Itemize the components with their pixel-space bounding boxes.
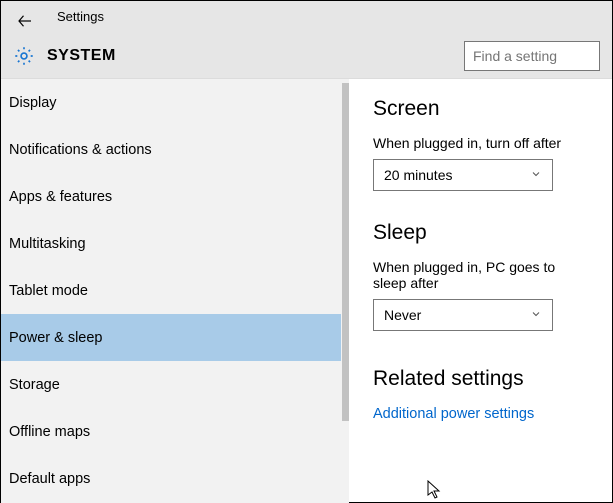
body: Display Notifications & actions Apps & fea… [1,79,612,503]
sidebar-item-label: Default apps [9,471,90,487]
sidebar-item-label: Power & sleep [9,330,103,346]
sidebar-item-display[interactable]: Display [1,79,341,126]
additional-power-settings-link[interactable]: Additional power settings [373,406,534,422]
search-box[interactable] [464,41,600,71]
sleep-heading: Sleep [373,221,588,245]
arrow-left-icon [16,12,34,30]
sidebar-item-label: Storage [9,377,60,393]
sidebar-item-power-sleep[interactable]: Power & sleep [1,314,341,361]
gear-icon [13,45,35,67]
sidebar-item-label: Tablet mode [9,283,88,299]
app-title: Settings [57,9,104,24]
sidebar-item-notifications-actions[interactable]: Notifications & actions [1,126,341,173]
sidebar-item-label: Apps & features [9,189,112,205]
sidebar-item-storage[interactable]: Storage [1,361,341,408]
back-button[interactable] [13,9,37,33]
section-title: SYSTEM [47,47,116,65]
chevron-down-icon [530,167,542,183]
related-heading: Related settings [373,367,588,391]
header: Settings SYSTEM [1,1,612,79]
sleep-dropdown[interactable]: Never [373,299,553,331]
sidebar-item-label: Display [9,95,57,111]
sidebar-item-label: Multitasking [9,236,86,252]
sleep-value: Never [384,307,421,323]
sidebar-item-multitasking[interactable]: Multitasking [1,220,341,267]
sidebar-item-default-apps[interactable]: Default apps [1,455,341,502]
search-input[interactable] [473,48,591,64]
content-pane: Screen When plugged in, turn off after 2… [349,79,612,503]
sidebar-item-apps-features[interactable]: Apps & features [1,173,341,220]
sidebar-scrollbar[interactable] [342,83,349,421]
chevron-down-icon [530,307,542,323]
sidebar-item-tablet-mode[interactable]: Tablet mode [1,267,341,314]
sidebar-item-label: Offline maps [9,424,90,440]
screen-off-value: 20 minutes [384,167,452,183]
sidebar: Display Notifications & actions Apps & fea… [1,79,349,503]
screen-off-label: When plugged in, turn off after [373,135,588,151]
sidebar-item-label: Notifications & actions [9,142,152,158]
sidebar-item-offline-maps[interactable]: Offline maps [1,408,341,455]
screen-off-dropdown[interactable]: 20 minutes [373,159,553,191]
sleep-label: When plugged in, PC goes to sleep after [373,259,588,291]
screen-heading: Screen [373,97,588,121]
